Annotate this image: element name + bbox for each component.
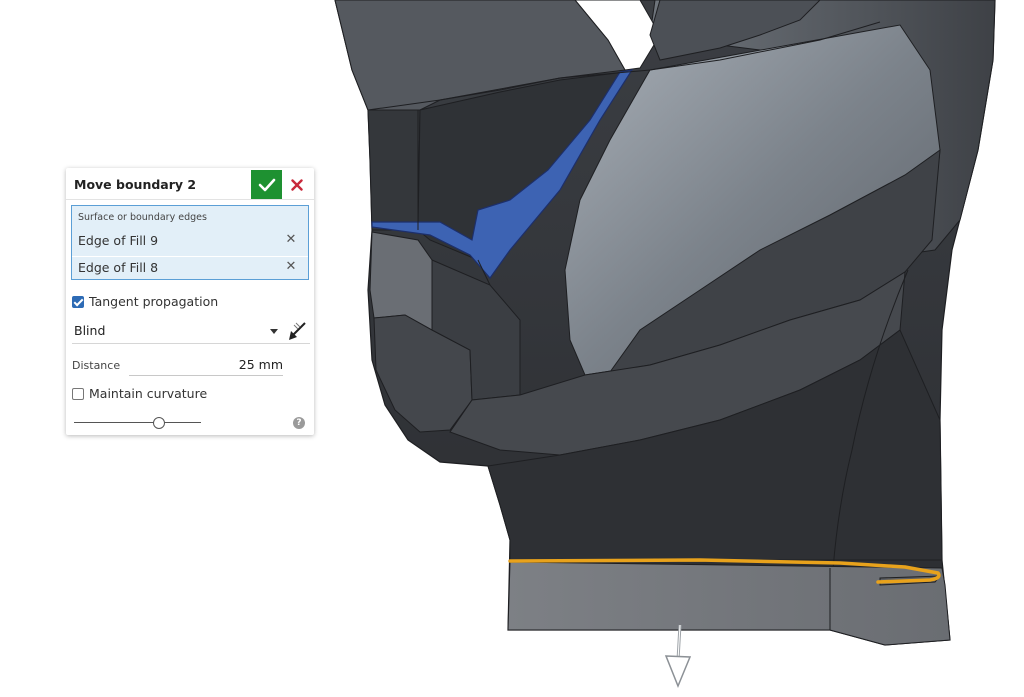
history-slider[interactable] <box>74 416 201 430</box>
end-type-select[interactable]: Blind <box>72 319 310 344</box>
maintain-curvature-checkbox[interactable] <box>72 387 84 400</box>
chevron-down-icon <box>270 329 278 334</box>
tangent-propagation-checkbox[interactable] <box>72 295 84 308</box>
end-type-value: Blind <box>74 323 106 338</box>
distance-input[interactable]: 25 mm <box>129 354 283 376</box>
remove-selection-icon[interactable]: ✕ <box>284 233 298 247</box>
tangent-propagation-option[interactable]: Tangent propagation <box>72 294 218 309</box>
remove-selection-icon[interactable]: ✕ <box>284 260 298 274</box>
tangent-propagation-label: Tangent propagation <box>89 294 219 309</box>
slider-track <box>74 422 201 423</box>
distance-value: 25 mm <box>238 357 283 372</box>
checkmark-icon <box>258 178 275 191</box>
accept-button[interactable] <box>251 170 282 199</box>
slider-thumb[interactable] <box>153 417 165 429</box>
selection-item-label: Edge of Fill 8 <box>78 260 159 275</box>
edge-selection-label: Surface or boundary edges <box>78 212 207 223</box>
cancel-button[interactable] <box>285 170 309 199</box>
move-boundary-dialog: Move boundary 2 Surface or boundary edge… <box>66 168 314 435</box>
maintain-curvature-label: Maintain curvature <box>89 386 208 401</box>
edge-selection-box[interactable]: Surface or boundary edges Edge of Fill 9… <box>71 205 309 280</box>
model-body[interactable] <box>334 0 996 646</box>
selection-item-label: Edge of Fill 9 <box>78 233 159 248</box>
help-icon[interactable]: ? <box>293 417 305 429</box>
selection-item[interactable]: Edge of Fill 9 ✕ <box>72 230 308 252</box>
dialog-title: Move boundary 2 <box>74 177 197 192</box>
flip-direction-arrow-icon[interactable] <box>286 320 308 342</box>
face-left-upper[interactable] <box>367 109 421 231</box>
maintain-curvature-option[interactable]: Maintain curvature <box>72 386 207 401</box>
direction-manipulator-arrow-icon[interactable] <box>664 624 692 688</box>
face-band[interactable] <box>507 561 951 646</box>
dialog-header: Move boundary 2 <box>66 168 314 200</box>
distance-label: Distance <box>72 359 121 372</box>
selection-item[interactable]: Edge of Fill 8 ✕ <box>72 256 308 279</box>
close-icon <box>291 178 303 191</box>
